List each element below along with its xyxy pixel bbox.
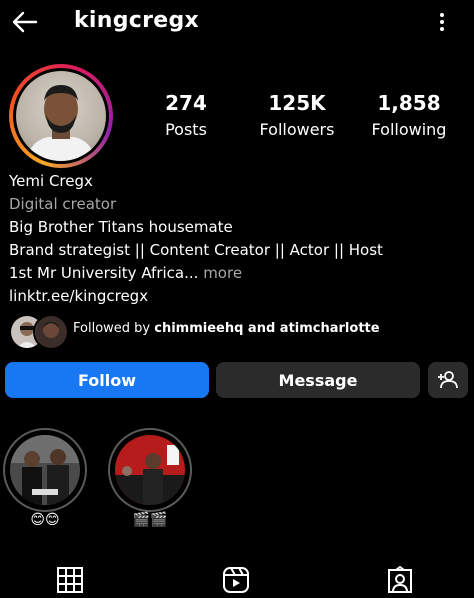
stat-followers-value: 125K bbox=[268, 91, 326, 115]
reels-tab-icon[interactable] bbox=[222, 566, 250, 594]
followed-by-text: Followed by chimmieehq and atimcharlotte bbox=[73, 321, 380, 336]
add-person-icon bbox=[438, 371, 458, 389]
followed-by-prefix: Followed by bbox=[73, 321, 155, 336]
followed-by[interactable]: Followed by chimmieehq and atimcharlotte bbox=[9, 314, 469, 350]
stat-posts-value: 274 bbox=[165, 91, 207, 115]
bio-more-link[interactable]: more bbox=[203, 264, 242, 282]
suggested-users-button[interactable] bbox=[428, 362, 468, 398]
bio-line-3-row: 1st Mr University Africa... more bbox=[9, 262, 469, 285]
bio-line-3: 1st Mr University Africa... bbox=[9, 264, 199, 282]
message-button[interactable]: Message bbox=[216, 362, 420, 398]
story-highlight-2[interactable] bbox=[108, 428, 192, 512]
bio-link[interactable]: linktr.ee/kingcregx bbox=[9, 285, 469, 308]
bio-line-1: Big Brother Titans housemate bbox=[9, 218, 233, 236]
highlight-label-2: 🎬🎬 bbox=[132, 512, 168, 528]
followed-by-users: chimmieehq and atimcharlotte bbox=[154, 321, 380, 336]
story-highlight-1[interactable] bbox=[3, 428, 87, 512]
profile-display-name: Yemi Cregx bbox=[9, 172, 93, 190]
avatar bbox=[33, 314, 69, 350]
stat-following-value: 1,858 bbox=[377, 91, 441, 115]
back-arrow-icon[interactable] bbox=[10, 10, 38, 34]
stat-posts[interactable]: 274 Posts bbox=[141, 92, 231, 142]
profile-bio: Yemi Cregx Digital creator Big Brother T… bbox=[9, 170, 469, 308]
profile-avatar-ring[interactable] bbox=[9, 64, 113, 168]
follow-button[interactable]: Follow bbox=[5, 362, 209, 398]
avatar bbox=[16, 71, 106, 161]
tagged-tab-icon[interactable] bbox=[386, 565, 414, 594]
profile-category: Digital creator bbox=[9, 195, 117, 213]
highlight-label-1: 😊😊 bbox=[30, 512, 60, 528]
more-options-icon[interactable] bbox=[432, 10, 452, 36]
highlight-cover-2 bbox=[115, 435, 185, 505]
highlight-cover-1 bbox=[10, 435, 80, 505]
stat-posts-label: Posts bbox=[165, 120, 207, 139]
grid-tab-icon[interactable] bbox=[56, 566, 84, 594]
stat-followers-label: Followers bbox=[259, 120, 335, 139]
stat-following[interactable]: 1,858 Following bbox=[364, 92, 454, 142]
stat-followers[interactable]: 125K Followers bbox=[252, 92, 342, 142]
profile-username: kingcregx bbox=[74, 8, 200, 33]
stat-following-label: Following bbox=[371, 120, 447, 139]
bio-line-2: Brand strategist || Content Creator || A… bbox=[9, 241, 383, 259]
